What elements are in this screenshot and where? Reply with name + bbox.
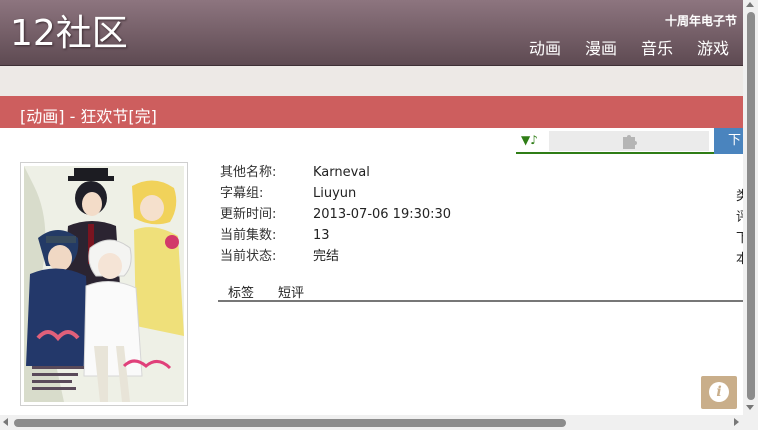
site-logo[interactable]: 12社区 (10, 12, 128, 56)
info-row-subgroup: 字幕组: Liuyun (220, 183, 740, 204)
music-note-icon[interactable]: ▼♪ (521, 133, 538, 147)
main-nav: 动画 漫画 音乐 游戏 (529, 38, 729, 60)
scrollbar-corner (743, 415, 758, 430)
right-column-fragment: 类 (736, 189, 743, 204)
detail-tabs: 标签 短评 (218, 281, 743, 302)
vertical-scroll-thumb[interactable] (747, 12, 755, 400)
info-key: 其他名称: (220, 165, 277, 180)
download-button[interactable]: 下 (714, 128, 743, 154)
cover-illustration (24, 166, 184, 402)
music-player[interactable]: ▼♪ (516, 130, 714, 154)
nav-anime[interactable]: 动画 (529, 38, 561, 60)
info-key: 当前状态: (220, 249, 277, 264)
right-column-fragment: 评 (736, 210, 743, 225)
horizontal-scrollbar[interactable] (0, 415, 743, 430)
tab-short-reviews[interactable]: 短评 (278, 282, 304, 301)
vertical-scrollbar[interactable] (743, 0, 758, 415)
anniversary-link[interactable]: 十周年电子节 (665, 12, 737, 29)
info-icon: i (709, 382, 729, 402)
page-title: [动画] - 狂欢节[完] (20, 107, 157, 126)
cover-image (20, 162, 188, 406)
nav-manga[interactable]: 漫画 (585, 38, 617, 60)
page-viewport: 12社区 十周年电子节 动画 漫画 音乐 游戏 [动画] - 狂欢节[完] ▼♪… (0, 0, 743, 415)
info-value[interactable]: Liuyun (313, 183, 356, 204)
nav-music[interactable]: 音乐 (641, 38, 673, 60)
info-key: 更新时间: (220, 207, 277, 222)
scroll-down-arrow-icon[interactable] (746, 405, 754, 410)
plugin-placeholder[interactable] (549, 131, 709, 151)
scroll-right-arrow-icon[interactable] (734, 418, 739, 426)
info-value: 13 (313, 228, 330, 243)
info-row-alt-name: 其他名称: Karneval (220, 162, 740, 183)
site-header: 12社区 十周年电子节 动画 漫画 音乐 游戏 (0, 0, 743, 66)
info-row-status: 当前状态: 完结 (220, 246, 740, 267)
info-key: 字幕组: (220, 186, 264, 201)
puzzle-icon (623, 135, 637, 149)
info-value: 2013-07-06 19:30:30 (313, 207, 452, 222)
title-bar: [动画] - 狂欢节[完] (0, 96, 743, 128)
info-value: Karneval (313, 165, 370, 180)
nav-games[interactable]: 游戏 (697, 38, 729, 60)
scroll-up-arrow-icon[interactable] (746, 2, 754, 7)
tab-tags[interactable]: 标签 (228, 282, 254, 301)
info-row-episodes: 当前集数: 13 (220, 225, 740, 246)
sub-bar (0, 66, 743, 96)
info-value: 完结 (313, 249, 340, 264)
horizontal-scroll-thumb[interactable] (14, 419, 566, 427)
right-column-fragment: 本 (736, 252, 743, 267)
right-column-fragment: 下 (736, 231, 743, 246)
info-button[interactable]: i (701, 376, 737, 409)
info-key: 当前集数: (220, 228, 277, 243)
info-row-update-time: 更新时间: 2013-07-06 19:30:30 (220, 204, 740, 225)
scroll-left-arrow-icon[interactable] (3, 418, 8, 426)
